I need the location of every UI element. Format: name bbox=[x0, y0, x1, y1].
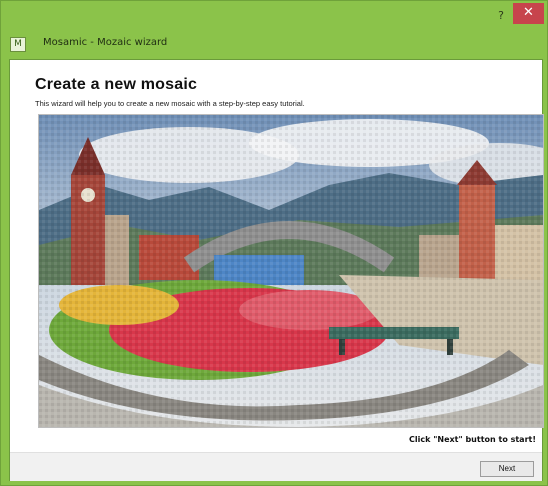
close-button[interactable]: ✕ bbox=[513, 3, 544, 24]
app-icon: M bbox=[10, 37, 26, 52]
title-bar[interactable]: M Mosamic - Mozaic wizard ? ✕ bbox=[1, 1, 547, 59]
help-button[interactable]: ? bbox=[489, 7, 513, 25]
start-hint: Click "Next" button to start! bbox=[409, 435, 536, 444]
page-subtitle: This wizard will help you to create a ne… bbox=[35, 99, 305, 108]
wizard-page: Create a new mosaic This wizard will hel… bbox=[9, 59, 544, 481]
mosaic-photo-icon bbox=[39, 115, 543, 427]
footer-bar: Next bbox=[10, 452, 542, 481]
mosaic-preview-image bbox=[38, 114, 544, 428]
window-title: Mosamic - Mozaic wizard bbox=[43, 37, 168, 48]
wizard-window: M Mosamic - Mozaic wizard ? ✕ Create a n… bbox=[0, 0, 548, 486]
page-title: Create a new mosaic bbox=[35, 76, 198, 93]
next-button[interactable]: Next bbox=[480, 461, 534, 477]
